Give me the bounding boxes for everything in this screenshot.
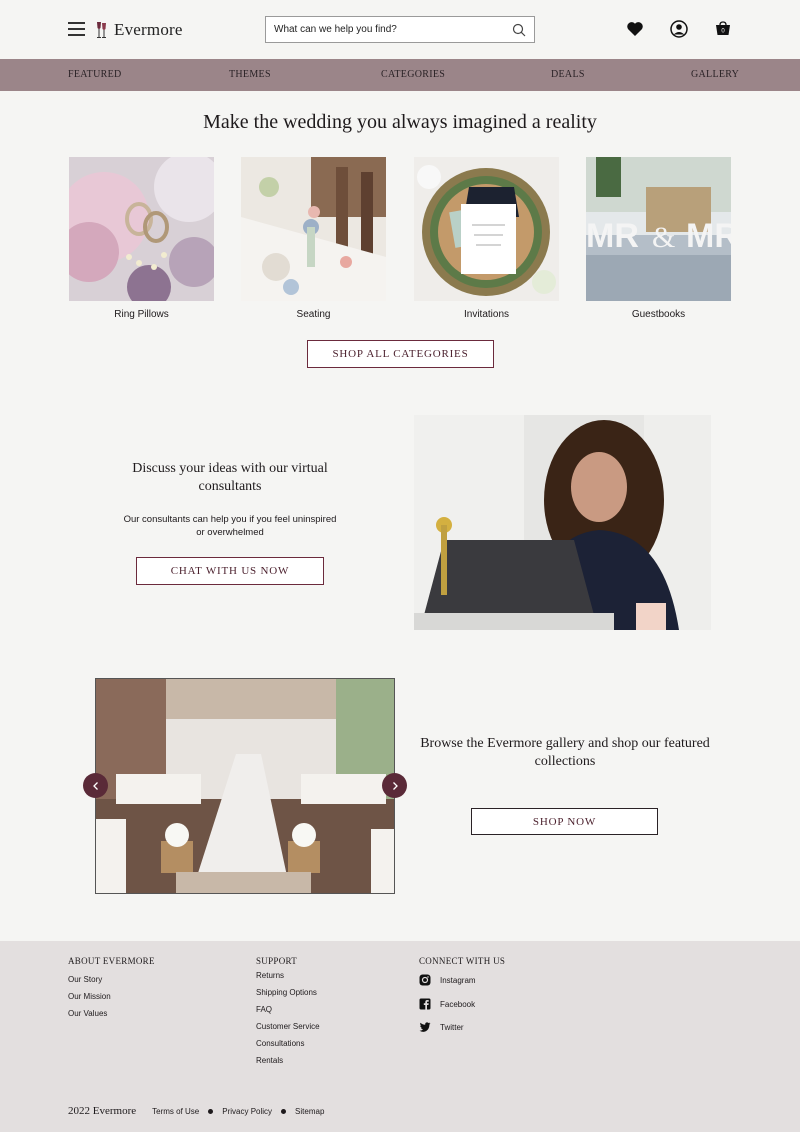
sitemap-link[interactable]: Sitemap bbox=[295, 1107, 324, 1116]
social-link-twitter[interactable]: Twitter bbox=[419, 1021, 464, 1033]
carousel-prev-button[interactable] bbox=[83, 773, 108, 798]
page-title: Make the wedding you always imagined a r… bbox=[203, 111, 597, 133]
gallery-carousel-image bbox=[95, 678, 395, 894]
site-footer bbox=[0, 941, 800, 1132]
facebook-icon bbox=[419, 998, 431, 1010]
chevron-left-icon bbox=[92, 781, 98, 790]
logo-text: Evermore bbox=[114, 20, 183, 39]
footer-link-our-mission[interactable]: Our Mission bbox=[68, 992, 111, 1001]
category-card-guestbooks[interactable]: MR & MR Guestbooks bbox=[586, 157, 731, 320]
footer-link-customer-service[interactable]: Customer Service bbox=[256, 1022, 320, 1031]
svg-text:MR: MR bbox=[586, 217, 639, 255]
gallery-title: Browse the Evermore gallery and shop our… bbox=[420, 736, 710, 769]
search-bar bbox=[265, 16, 535, 43]
seating-image[interactable] bbox=[241, 157, 386, 301]
nav-categories[interactable]: CATEGORIES bbox=[381, 69, 445, 80]
category-label: Seating bbox=[296, 309, 331, 320]
footer-link-shipping-options[interactable]: Shipping Options bbox=[256, 988, 317, 997]
category-label: Guestbooks bbox=[631, 309, 686, 320]
category-card-invitations[interactable]: Invitations bbox=[414, 157, 559, 320]
social-label: Twitter bbox=[440, 1022, 464, 1032]
shop-all-categories-button[interactable]: SHOP ALL CATEGORIES bbox=[307, 340, 494, 368]
social-label: Facebook bbox=[440, 999, 476, 1009]
social-link-instagram[interactable]: Instagram bbox=[419, 974, 476, 986]
category-label: Ring Pillows bbox=[114, 309, 169, 320]
footer-link-faq[interactable]: FAQ bbox=[256, 1005, 272, 1014]
copyright-text: 2022 Evermore bbox=[68, 1105, 137, 1117]
footer-link-our-values[interactable]: Our Values bbox=[68, 1009, 107, 1018]
search-icon[interactable] bbox=[512, 23, 526, 37]
footer-heading-about: ABOUT EVERMORE bbox=[68, 956, 155, 966]
nav-featured[interactable]: FEATURED bbox=[68, 69, 122, 80]
search-input[interactable] bbox=[266, 24, 506, 35]
shop-now-button[interactable]: SHOP NOW bbox=[471, 808, 658, 835]
cart-icon[interactable]: 0 bbox=[714, 20, 732, 38]
ring-pillows-image[interactable] bbox=[69, 157, 214, 301]
nav-deals[interactable]: DEALS bbox=[551, 69, 585, 80]
footer-link-rentals[interactable]: Rentals bbox=[256, 1056, 283, 1065]
social-label: Instagram bbox=[440, 975, 476, 985]
category-label: Invitations bbox=[463, 309, 510, 320]
category-card-ring-pillows[interactable]: Ring Pillows bbox=[69, 157, 214, 320]
footer-link-consultations[interactable]: Consultations bbox=[256, 1039, 304, 1048]
heart-icon[interactable] bbox=[626, 20, 644, 38]
hamburger-menu-icon[interactable] bbox=[68, 22, 85, 36]
chat-with-us-button[interactable]: CHAT WITH US NOW bbox=[136, 557, 324, 585]
logo[interactable]: Evermore bbox=[95, 19, 183, 41]
carousel-next-button[interactable] bbox=[382, 773, 407, 798]
invitations-image[interactable] bbox=[414, 157, 559, 301]
consultant-photo bbox=[414, 415, 711, 630]
separator-dot bbox=[281, 1108, 287, 1114]
site-header: Evermore 0 bbox=[0, 0, 800, 59]
chevron-right-icon bbox=[392, 781, 398, 790]
nav-themes[interactable]: THEMES bbox=[229, 69, 271, 80]
consult-text: Our consultants can help you if you feel… bbox=[123, 514, 337, 538]
privacy-policy-link[interactable]: Privacy Policy bbox=[222, 1107, 272, 1116]
nav-gallery[interactable]: GALLERY bbox=[691, 69, 739, 80]
terms-of-use-link[interactable]: Terms of Use bbox=[152, 1107, 199, 1116]
category-card-seating[interactable]: Seating bbox=[241, 157, 386, 320]
footer-heading-support: SUPPORT bbox=[256, 956, 298, 966]
footer-link-our-story[interactable]: Our Story bbox=[68, 975, 102, 984]
main-nav: FEATURED THEMES CATEGORIES DEALS GALLERY bbox=[0, 59, 800, 91]
svg-text:MR: MR bbox=[686, 217, 731, 255]
guestbooks-image[interactable]: MR & MR bbox=[586, 157, 731, 301]
footer-bottom-bar: 2022 Evermore Terms of Use Privacy Polic… bbox=[68, 1105, 324, 1117]
twitter-icon bbox=[419, 1022, 431, 1032]
footer-link-returns[interactable]: Returns bbox=[256, 971, 284, 980]
wine-glasses-logo-icon bbox=[97, 22, 106, 38]
social-link-facebook[interactable]: Facebook bbox=[419, 998, 475, 1010]
footer-heading-connect: CONNECT WITH US bbox=[419, 956, 506, 966]
consult-title: Discuss your ideas with our virtual cons… bbox=[132, 461, 328, 494]
svg-text:&: & bbox=[652, 221, 675, 254]
instagram-icon bbox=[419, 974, 431, 986]
account-icon[interactable] bbox=[670, 20, 688, 38]
separator-dot bbox=[208, 1108, 214, 1114]
